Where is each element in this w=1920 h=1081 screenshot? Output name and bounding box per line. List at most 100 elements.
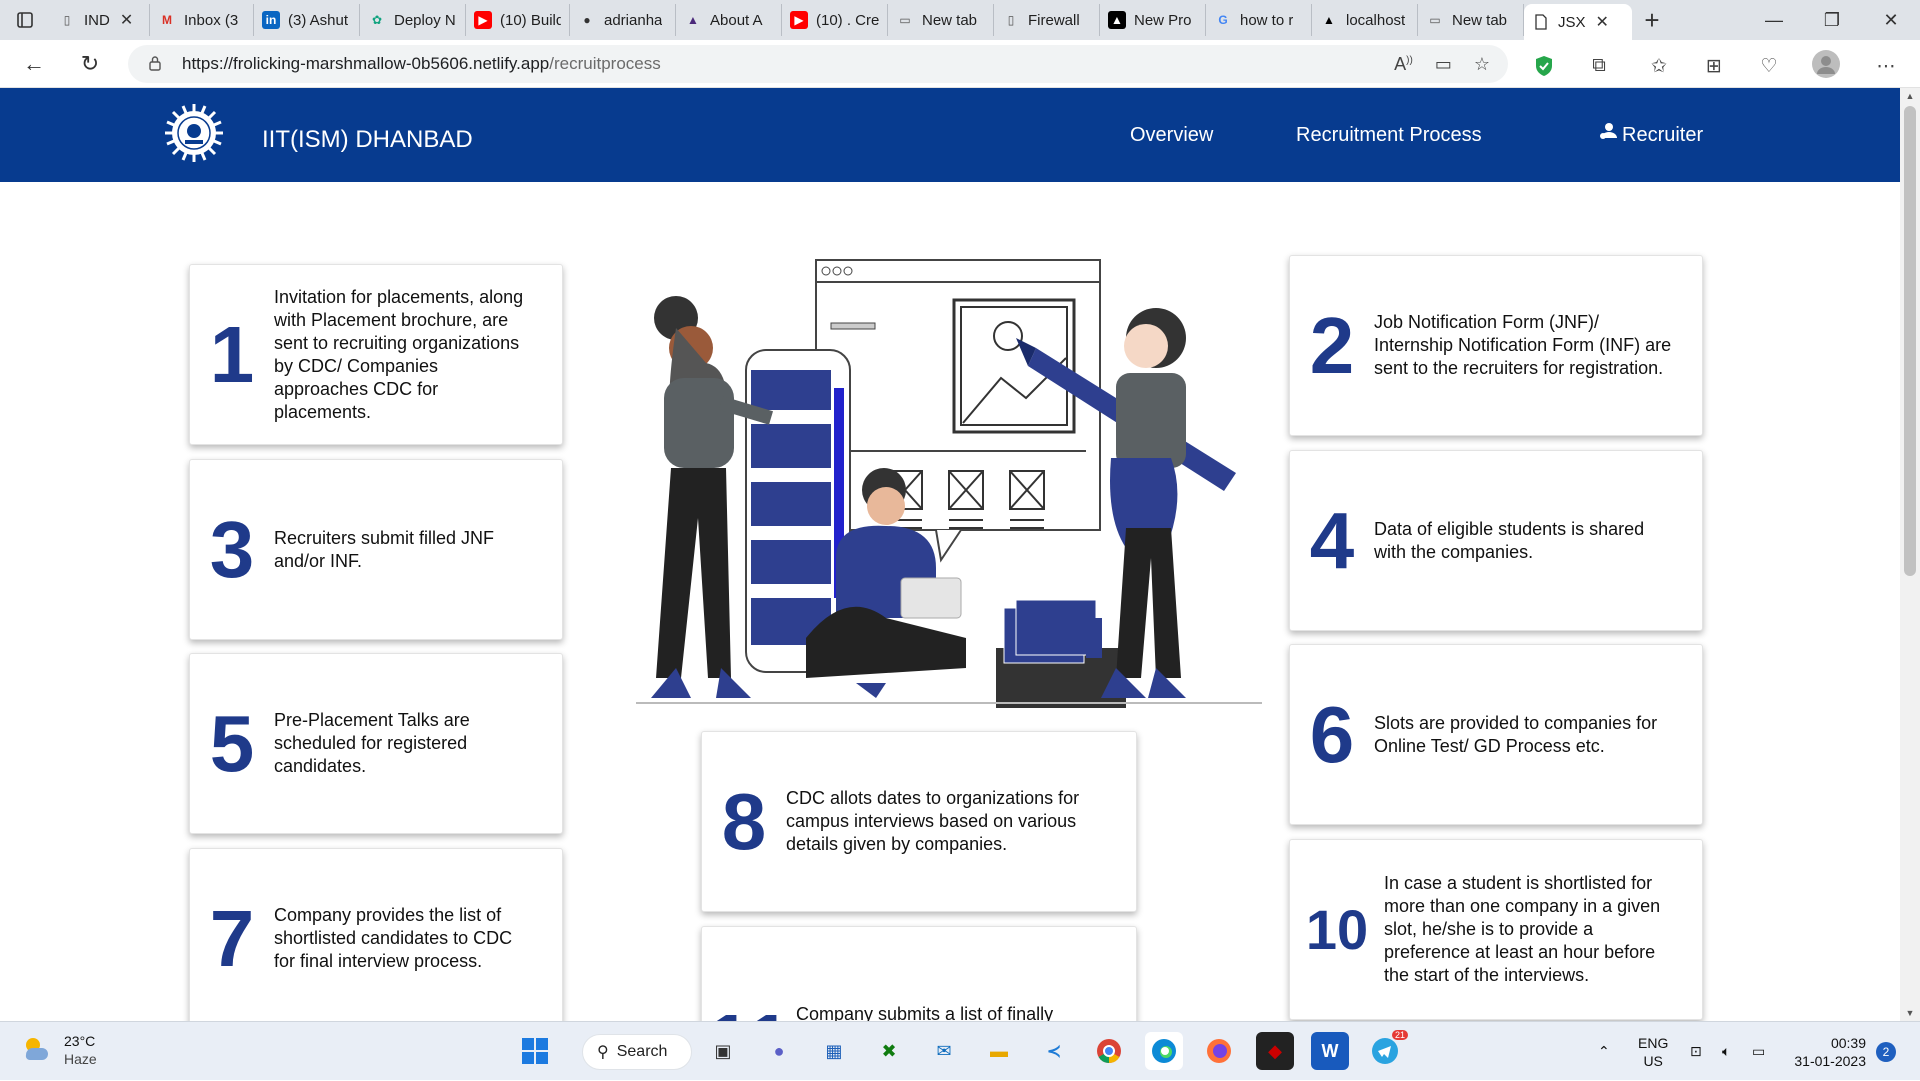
file-explorer-icon[interactable]: ▬ — [980, 1032, 1018, 1070]
language-indicator[interactable]: ENG US — [1638, 1022, 1668, 1081]
tab-11[interactable]: ▲ New Pro — [1100, 4, 1206, 36]
new-tab-button[interactable]: + — [1632, 0, 1672, 40]
step-text: Company provides the list of shortlisted… — [274, 905, 513, 971]
address-bar[interactable]: https://frolicking-marshmallow-0b5606.ne… — [128, 45, 1508, 83]
task-view-icon[interactable]: ▣ — [704, 1032, 742, 1070]
edge-icon[interactable] — [1145, 1032, 1183, 1070]
app-red-icon[interactable]: ◆ — [1256, 1032, 1294, 1070]
battery-icon[interactable]: ▭ — [1752, 1022, 1765, 1081]
chatgpt-icon: ✿ — [371, 13, 383, 27]
tab-title: localhost — [1346, 11, 1406, 29]
tab-3[interactable]: in (3) Ashut — [254, 4, 360, 36]
close-tab-icon[interactable]: ✕ — [120, 10, 133, 30]
nav-recruiter-label: Recruiter — [1622, 123, 1704, 146]
site-brand[interactable]: IIT(ISM) DHANBAD — [262, 126, 473, 154]
taskbar-search[interactable]: ⚲ Search — [582, 1034, 692, 1070]
close-tab-icon[interactable]: ✕ — [1596, 12, 1609, 32]
add-favorite-icon[interactable]: ☆ — [1474, 54, 1490, 75]
step-text: Data of eligible students is shared with… — [1374, 518, 1645, 562]
start-windows-icon[interactable] — [516, 1032, 554, 1070]
minimize-button[interactable]: — — [1745, 0, 1803, 40]
site-header: IIT(ISM) DHANBAD Overview Recruitment Pr… — [0, 88, 1900, 182]
tab-title: New tab — [1452, 11, 1508, 29]
tab-2[interactable]: M Inbox (3 — [150, 4, 254, 36]
volume-icon[interactable]: 🔈︎ — [1722, 1022, 1730, 1081]
scroll-up-arrow[interactable]: ▲ — [1900, 88, 1920, 104]
chrome-icon[interactable] — [1090, 1032, 1128, 1070]
nav-recruiter[interactable]: Recruiter — [1598, 122, 1703, 148]
tab-title: IND — [84, 11, 110, 29]
restore-button[interactable]: ❐ — [1803, 0, 1861, 40]
tab-5[interactable]: ▶ (10) Build — [466, 4, 570, 36]
profile-avatar-icon[interactable] — [1812, 50, 1840, 78]
url-path: /recruitprocess — [549, 54, 661, 73]
telegram-icon[interactable]: 21 — [1366, 1030, 1408, 1070]
tab-6[interactable]: ● adrianha — [570, 4, 676, 36]
notification-center[interactable]: 2 — [1876, 1022, 1896, 1081]
lock-icon[interactable] — [148, 55, 168, 74]
weather-widget[interactable]: 23°C Haze — [20, 1032, 97, 1068]
tab-14[interactable]: ▭ New tab — [1418, 4, 1524, 36]
youtube-icon: ▶ — [474, 11, 492, 29]
word-icon[interactable]: W — [1311, 1032, 1349, 1070]
shield-extension-icon[interactable] — [1530, 52, 1558, 80]
network-icon[interactable]: ⊡ — [1690, 1022, 1702, 1081]
tab-8[interactable]: ▶ (10) . Cre — [782, 4, 888, 36]
mail-icon[interactable]: ✉ — [925, 1032, 963, 1070]
tab-title: JSX — [1558, 13, 1586, 31]
tab-1[interactable]: ▯ IND ✕ — [50, 4, 150, 36]
newtab-icon: ▭ — [1429, 13, 1441, 27]
immersive-reader-icon[interactable]: ▭ — [1435, 54, 1452, 75]
scroll-down-arrow[interactable]: ▼ — [1900, 1005, 1920, 1021]
nav-overview[interactable]: Overview — [1130, 124, 1213, 147]
tab-12[interactable]: Ghow to r — [1206, 4, 1312, 36]
tray-overflow-icon[interactable]: ⌃ — [1598, 1022, 1610, 1081]
step-number: 5 — [209, 698, 255, 788]
vscode-icon[interactable]: ≺ — [1035, 1032, 1073, 1070]
firefox-icon[interactable] — [1200, 1032, 1238, 1070]
step-text: Pre-Placement Talks are scheduled for re… — [274, 710, 470, 776]
notification-count: 2 — [1876, 1041, 1896, 1062]
clock[interactable]: 00:39 31-01-2023 — [1790, 1022, 1866, 1081]
google-icon: G — [1218, 13, 1228, 27]
extensions-icon[interactable]: ⧉ — [1585, 52, 1613, 80]
tab-title: how to r — [1240, 11, 1294, 29]
xbox-icon[interactable]: ✖ — [870, 1032, 908, 1070]
read-aloud-icon[interactable]: A)) — [1394, 54, 1413, 75]
step-text: Slots are provided to companies for Onli… — [1374, 712, 1658, 756]
tab-actions-icon[interactable] — [0, 0, 50, 40]
step-number: 8 — [721, 776, 767, 866]
scroll-thumb[interactable] — [1904, 106, 1916, 576]
nav-recruitment-process[interactable]: Recruitment Process — [1296, 124, 1482, 147]
url-host: https://frolicking-marshmallow-0b5606.ne… — [182, 54, 550, 73]
tab-9[interactable]: ▭ New tab — [888, 4, 994, 36]
close-window-button[interactable]: ✕ — [1862, 0, 1920, 40]
tab-13[interactable]: ▲ localhost — [1312, 4, 1418, 36]
refresh-button[interactable]: ↻ — [64, 40, 116, 88]
tab-active[interactable]: JSX ✕ — [1524, 4, 1632, 40]
vercel-icon: ▲ — [1108, 11, 1126, 29]
store-icon[interactable]: ▦ — [815, 1032, 853, 1070]
telegram-badge: 21 — [1391, 1030, 1408, 1040]
performance-icon[interactable]: ♡ — [1755, 52, 1783, 80]
tab-7[interactable]: ▲ About A — [676, 4, 782, 36]
weather-temp: 23°C — [64, 1033, 96, 1049]
step-text: Job Notification Form (JNF)/ Internship … — [1374, 312, 1672, 378]
favorites-icon[interactable]: ✩ — [1645, 52, 1673, 80]
tab-10[interactable]: ▯ Firewall — [994, 4, 1100, 36]
step-number: 11 — [702, 1003, 796, 1022]
newtab-icon: ▭ — [899, 13, 911, 27]
teams-chat-icon[interactable]: ● — [760, 1032, 798, 1070]
page-scrollbar[interactable]: ▲ ▼ — [1900, 88, 1920, 1021]
step-number: 4 — [1309, 495, 1355, 585]
step-card-10: 10 In case a student is shortlisted for … — [1289, 839, 1703, 1020]
step-card-6: 6 Slots are provided to companies for On… — [1289, 644, 1703, 825]
tab-4[interactable]: ✿ Deploy N — [360, 4, 466, 36]
tab-title: (3) Ashut — [288, 11, 349, 29]
back-button[interactable]: ← — [8, 40, 60, 88]
more-menu-icon[interactable]: ⋯ — [1872, 52, 1900, 80]
browser-tabstrip: ▯ IND ✕ M Inbox (3 in (3) Ashut ✿ Deploy N ▶ (10) … — [0, 0, 1920, 40]
tab-title: Deploy N — [394, 11, 456, 29]
iit-ism-logo[interactable] — [163, 102, 225, 164]
collections-icon[interactable]: ⊞ — [1700, 52, 1728, 80]
